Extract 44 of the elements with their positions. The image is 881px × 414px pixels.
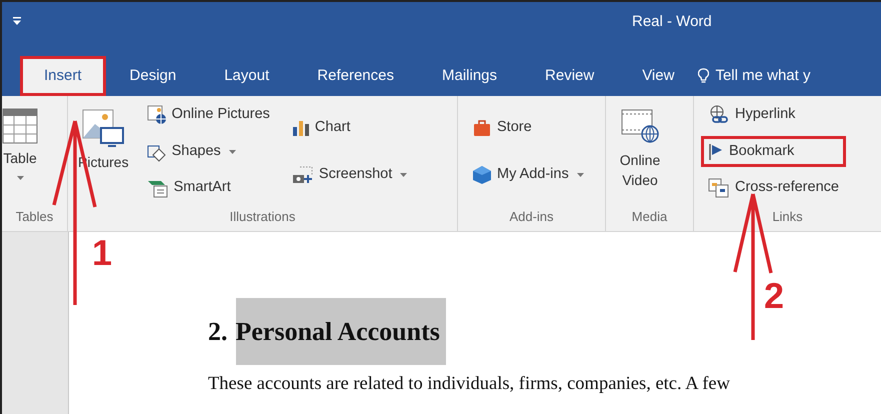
ribbon-command[interactable]: Cross-reference [704, 175, 843, 201]
ribbon-tab[interactable]: Layout [200, 56, 294, 96]
window-title: Real - Word [632, 12, 712, 32]
group-label: Links [771, 208, 804, 226]
camera-icon [292, 165, 314, 186]
heading-number: 2. [208, 316, 228, 348]
ribbon-command[interactable]: Table [2, 102, 38, 180]
ribbon-tab[interactable]: Mailings [418, 56, 522, 96]
ribbon-tab[interactable]: Design [106, 56, 200, 96]
online-picture-icon [146, 104, 167, 125]
cross-reference-icon [708, 178, 730, 198]
ribbon-tab[interactable]: View [618, 56, 698, 96]
flag-icon [708, 142, 724, 160]
group-label: Add-ins [508, 208, 555, 226]
lightbulb-icon [698, 68, 710, 84]
heading-text: Personal Accounts [236, 298, 446, 365]
hyperlink-icon [708, 104, 730, 125]
table-icon [2, 108, 38, 144]
ribbon-command[interactable]: Screenshot [288, 162, 412, 188]
smartart-icon [146, 178, 169, 198]
annotation-number: 1 [92, 235, 112, 271]
ribbon-command[interactable]: Shapes [142, 138, 274, 164]
group-label: Media [630, 208, 668, 226]
ribbon-command[interactable]: My Add-ins [468, 162, 588, 188]
ribbon-command[interactable]: Online Video [616, 102, 664, 190]
body-paragraph: These accounts are related to individuals, firms, companies, etc. A few [208, 373, 731, 396]
ribbon-command[interactable]: Hyperlink [704, 102, 843, 128]
ribbon-command[interactable]: Chart [288, 114, 412, 141]
ribbon-command[interactable]: SmartArt [142, 175, 274, 201]
tell-me-search[interactable]: Tell me what y [715, 64, 810, 88]
quick-access-menu-icon[interactable] [13, 16, 21, 26]
ribbon-tab[interactable]: Insert [20, 56, 106, 96]
ribbon-command[interactable]: Store [468, 114, 588, 141]
bar-chart-icon [292, 118, 310, 137]
group-label: Tables [14, 208, 54, 226]
picture-icon [81, 108, 126, 148]
group-label: Illustrations [228, 208, 296, 226]
ribbon-command[interactable]: Online Pictures [142, 102, 274, 128]
ribbon-tab[interactable]: Review [521, 56, 618, 96]
shopping-bag-icon [472, 118, 492, 138]
add-in-icon [472, 165, 492, 186]
ribbon-command[interactable]: Bookmark [704, 138, 843, 164]
ribbon-tab[interactable]: References [293, 56, 418, 96]
annotation-number: 2 [764, 278, 784, 314]
